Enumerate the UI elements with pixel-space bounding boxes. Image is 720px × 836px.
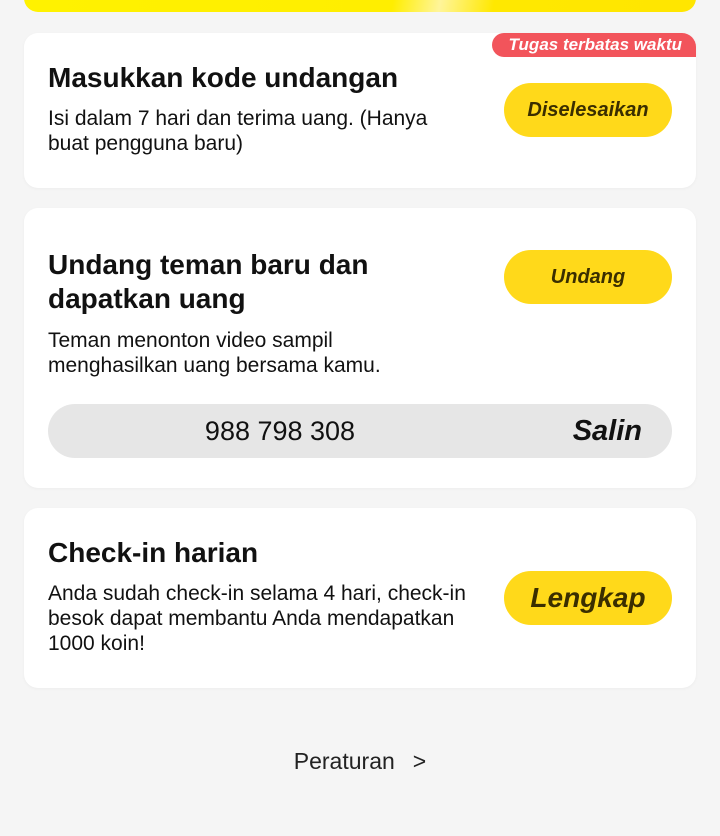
invite-code-bar: 988 798 308 Salin xyxy=(48,404,672,458)
invite-code-title: Masukkan kode undangan xyxy=(48,62,399,93)
complete-checkin-button[interactable]: Lengkap xyxy=(504,571,672,625)
daily-checkin-title: Check-in harian xyxy=(48,537,259,568)
invite-friends-title: Undang teman baru dan dapatkan uang xyxy=(48,249,369,314)
invite-code-description: Isi dalam 7 hari dan terima uang. (Hanya… xyxy=(48,107,428,155)
rules-label: Peraturan xyxy=(293,748,395,774)
rules-link[interactable]: Peraturan > xyxy=(0,744,720,778)
copy-button[interactable]: Salin xyxy=(573,404,642,458)
top-banner xyxy=(24,0,696,12)
daily-checkin-description: Anda sudah check-in selama 4 hari, check… xyxy=(48,582,466,655)
completed-button[interactable]: Diselesaikan xyxy=(504,83,672,137)
invite-friends-description: Teman menonton video sampil menghasilkan… xyxy=(48,329,381,377)
invite-button[interactable]: Undang xyxy=(504,250,672,304)
invite-code-value: 988 798 308 xyxy=(204,416,356,446)
chevron-right-icon: > xyxy=(412,748,427,774)
invite-code-card: Tugas terbatas waktu Masukkan kode undan… xyxy=(24,33,696,188)
limited-time-badge: Tugas terbatas waktu xyxy=(492,33,696,57)
invite-friends-card: Undang teman baru dan dapatkan uang Tema… xyxy=(24,208,696,488)
daily-checkin-card: Check-in harian Anda sudah check-in sela… xyxy=(24,508,696,688)
